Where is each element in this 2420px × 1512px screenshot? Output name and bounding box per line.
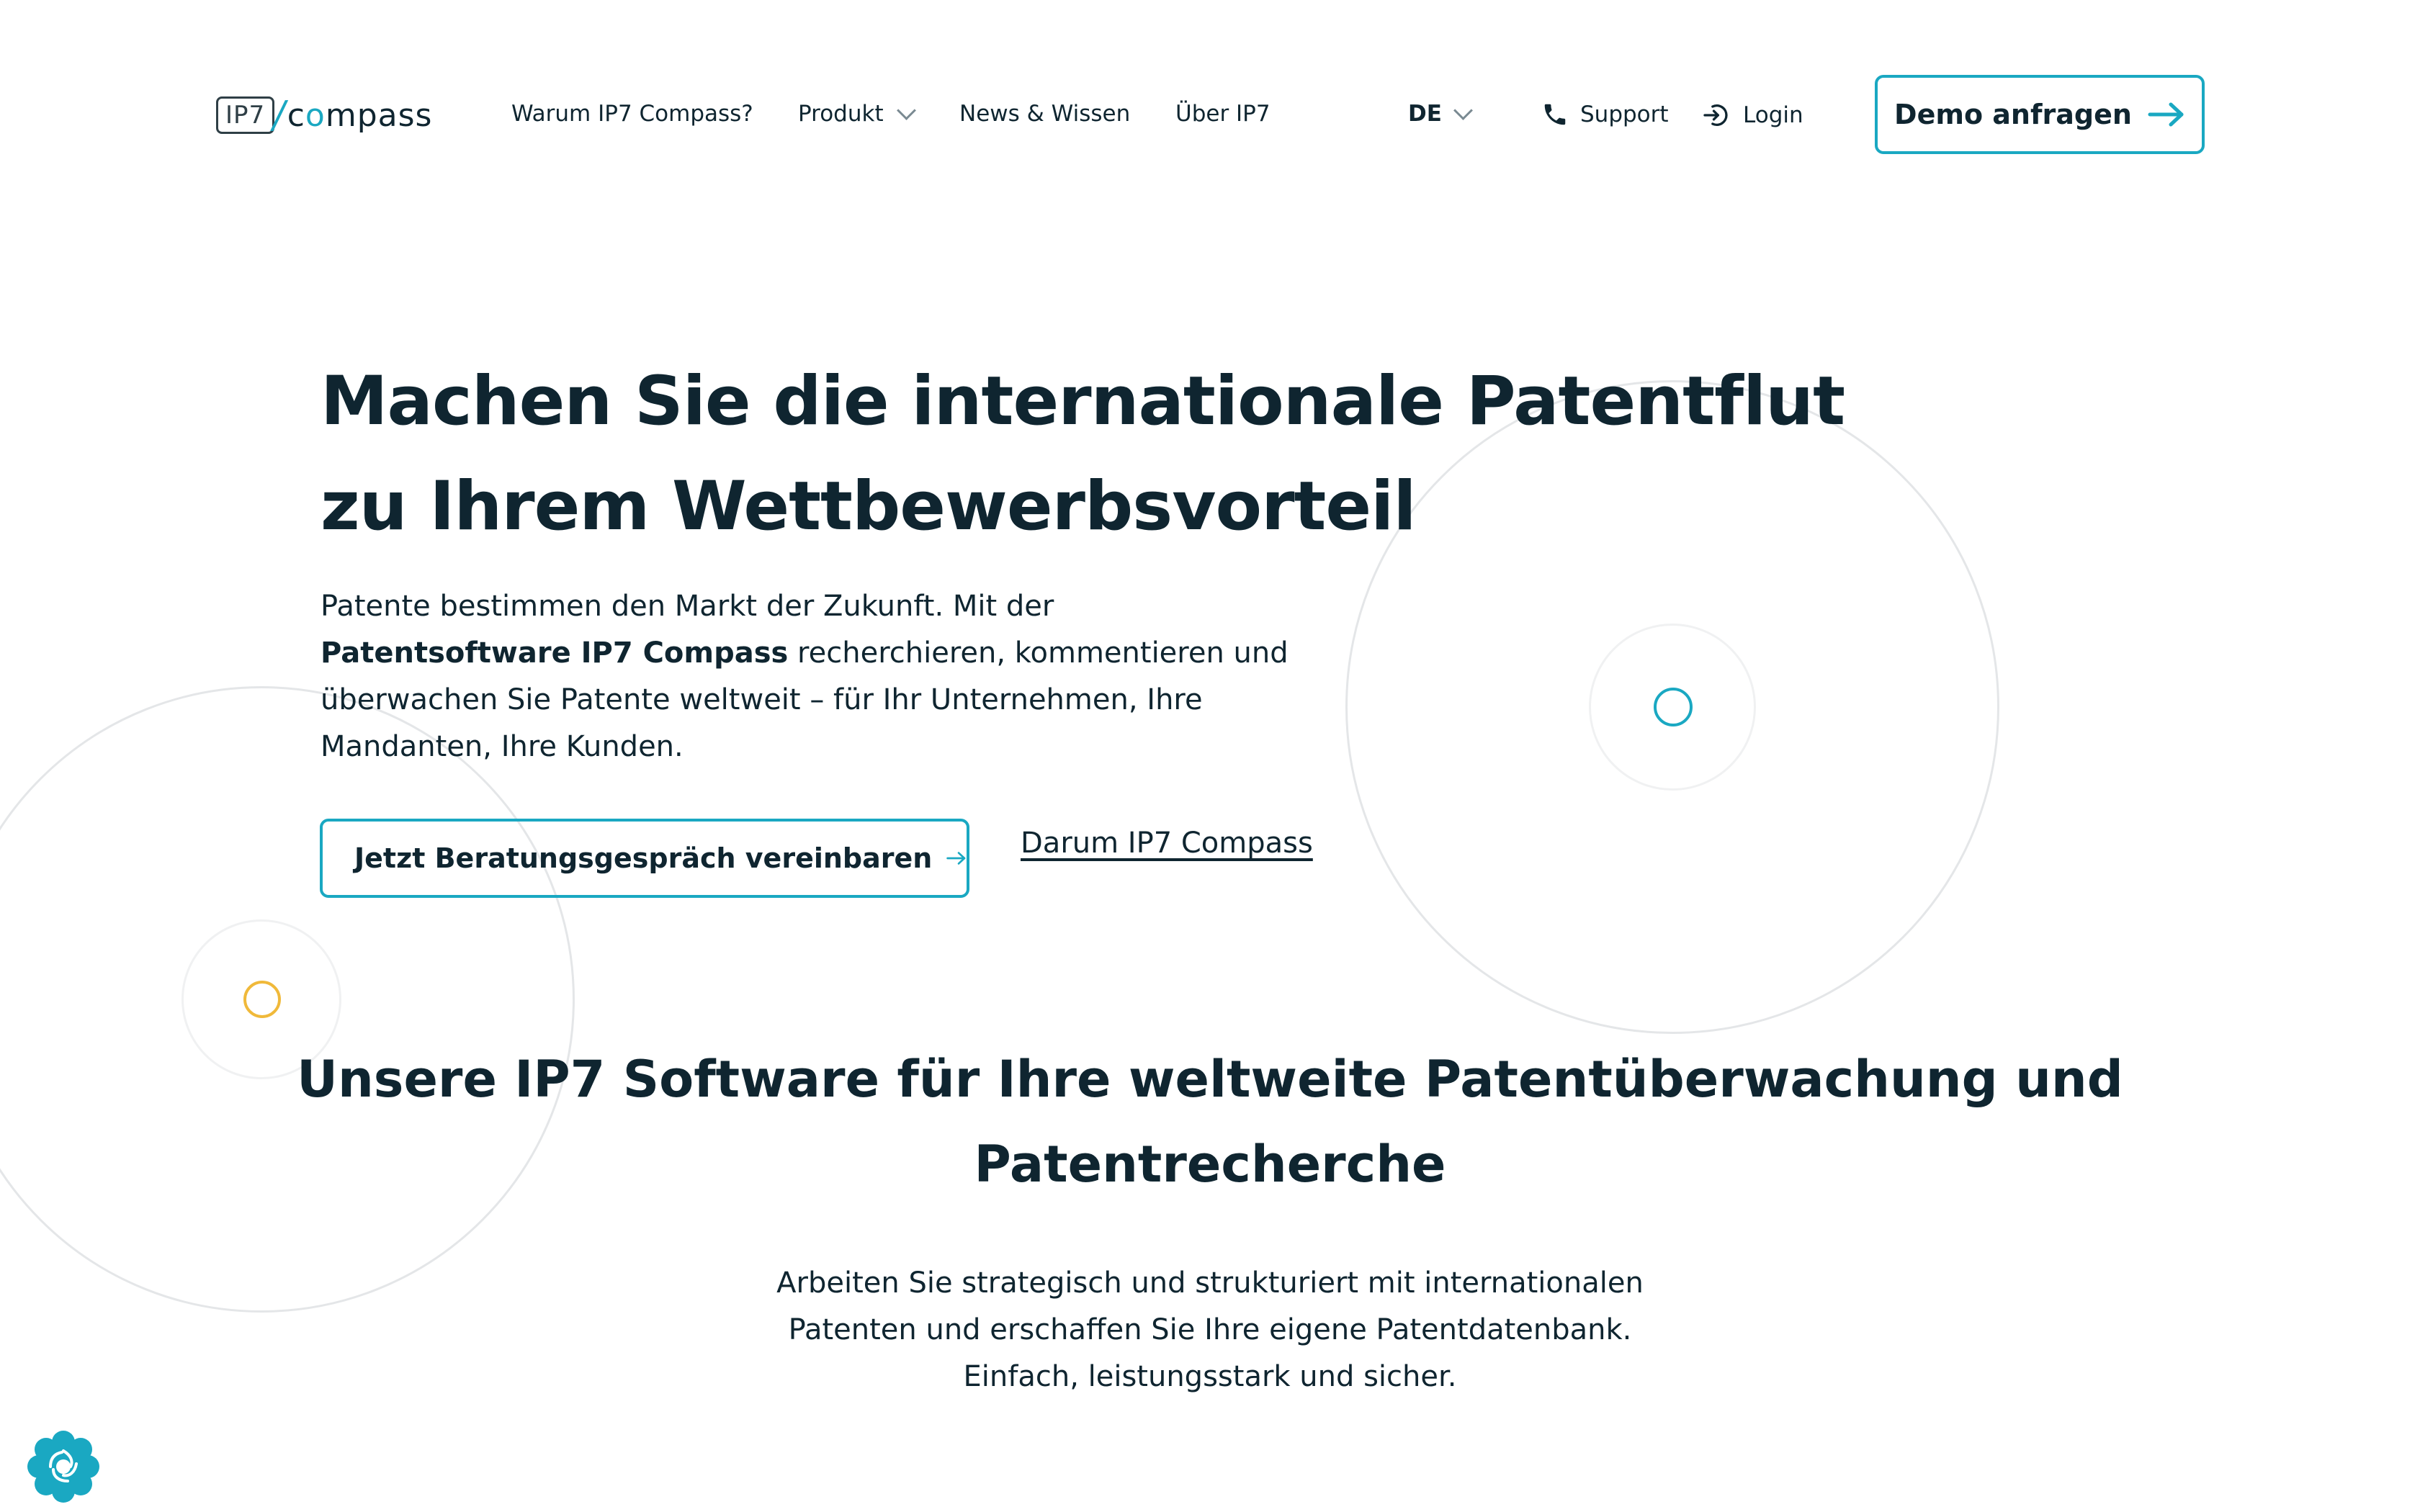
hero-text-line: Patente bestimmen den Markt der Zukunft.… xyxy=(321,590,1054,623)
section-description: Arbeiten Sie strategisch und strukturier… xyxy=(634,1260,1786,1400)
logo-wordmark: compass xyxy=(287,97,433,134)
support-link[interactable]: Support xyxy=(1541,101,1669,128)
cookie-settings-button[interactable] xyxy=(26,1429,101,1504)
logo-text-post: mpass xyxy=(325,96,433,134)
phone-icon xyxy=(1544,104,1566,125)
logo-text-accent: o xyxy=(305,96,326,134)
nav-item-label: Über IP7 xyxy=(1175,101,1270,127)
hero-text-bold: Patentsoftware IP7 Compass xyxy=(321,636,789,670)
decor-dot-teal xyxy=(1654,688,1693,726)
section-title: Unsere IP7 Software für Ihre weltweite P… xyxy=(202,1037,2218,1207)
why-ip7-link[interactable]: Darum IP7 Compass xyxy=(1021,827,1313,860)
hero-title-line: Machen Sie die internationale Patentflut xyxy=(321,362,1845,441)
arrow-right-icon xyxy=(2148,102,2184,127)
hero-text-line: Patentsoftware IP7 Compass recherchieren… xyxy=(321,630,1289,677)
nav-item-warum[interactable]: Warum IP7 Compass? xyxy=(511,101,753,127)
hero-text-line: überwachen Sie Patente weltweit – für Ih… xyxy=(321,683,1203,716)
arrow-right-icon xyxy=(946,852,966,865)
site-header: IP7 / compass Warum IP7 Compass? Produkt… xyxy=(0,0,2420,230)
nav-item-ueber[interactable]: Über IP7 xyxy=(1175,101,1270,127)
hero-title: Machen Sie die internationale Patentflut… xyxy=(321,349,1845,559)
chevron-down-icon xyxy=(896,100,916,120)
support-label: Support xyxy=(1580,102,1669,127)
nav-item-label: Warum IP7 Compass? xyxy=(511,101,753,127)
nav-item-produkt[interactable]: Produkt xyxy=(798,100,916,127)
consultation-button-label: Jetzt Beratungsgespräch vereinbaren xyxy=(354,842,933,874)
login-icon xyxy=(1703,104,1728,126)
demo-button-label: Demo anfragen xyxy=(1894,99,2132,130)
language-selector[interactable]: DE xyxy=(1408,100,1473,127)
page: IP7 / compass Warum IP7 Compass? Produkt… xyxy=(0,0,2420,1512)
hero-text-line: Mandanten, Ihre Kunden. xyxy=(321,730,684,763)
nav-item-label: Produkt xyxy=(798,101,884,127)
hero-title-line: zu Ihrem Wettbewerbsvorteil xyxy=(321,467,1417,546)
nav-item-label: News & Wissen xyxy=(959,101,1131,127)
section-text-line: Arbeiten Sie strategisch und strukturier… xyxy=(776,1266,1644,1300)
demo-request-button[interactable]: Demo anfragen xyxy=(1875,75,2205,154)
login-label: Login xyxy=(1743,102,1803,128)
logo[interactable]: IP7 / compass xyxy=(216,94,433,137)
cookie-settings-icon xyxy=(27,1431,99,1503)
logo-box: IP7 xyxy=(216,96,275,134)
section-text-line: Patenten und erschaffen Sie Ihre eigene … xyxy=(788,1313,1632,1346)
hero-description: Patente bestimmen den Markt der Zukunft.… xyxy=(321,583,1289,770)
nav-item-news[interactable]: News & Wissen xyxy=(959,101,1130,127)
decor-dot-yellow xyxy=(243,981,281,1018)
section-text-line: Einfach, leistungsstark und sicher. xyxy=(963,1360,1457,1393)
section-title-line: Unsere IP7 Software für Ihre weltweite P… xyxy=(297,1050,2123,1109)
section-title-line: Patentrecherche xyxy=(974,1135,1446,1194)
language-label: DE xyxy=(1408,101,1442,127)
chevron-down-icon xyxy=(1453,100,1473,120)
consultation-button[interactable]: Jetzt Beratungsgespräch vereinbaren xyxy=(320,819,969,898)
hero-text-rest: recherchieren, kommentieren und xyxy=(788,636,1289,670)
logo-text-pre: c xyxy=(287,96,305,134)
login-link[interactable]: Login xyxy=(1701,101,1803,130)
